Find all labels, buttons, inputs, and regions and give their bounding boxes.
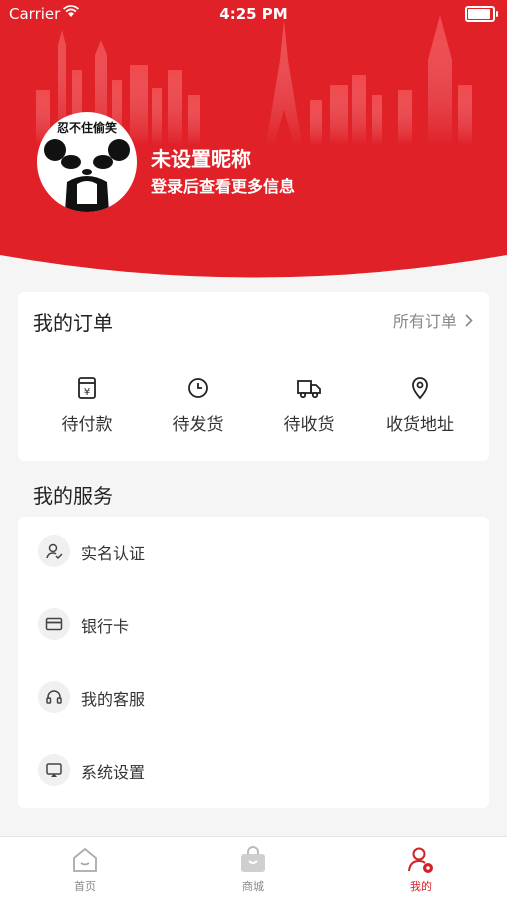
service-item-settings[interactable]: 系统设置 — [18, 736, 489, 806]
service-item-label: 我的客服 — [81, 690, 146, 709]
service-item-label: 实名认证 — [81, 544, 146, 563]
service-item-label: 银行卡 — [81, 617, 130, 636]
clock-icon — [188, 378, 208, 398]
order-item-label: 待发货 — [172, 415, 224, 435]
location-icon — [412, 377, 428, 400]
all-orders-link[interactable]: 所有订单 — [393, 308, 473, 332]
status-time: 4:25 PM — [219, 5, 288, 23]
services-title: 我的服务 — [33, 484, 113, 508]
nickname[interactable]: 未设置昵称 — [151, 143, 251, 172]
tab-label: 我的 — [410, 880, 432, 893]
chevron-right-icon — [465, 314, 473, 327]
services-card: 实名认证 银行卡 我的客服 系统设置 — [18, 517, 489, 808]
tab-profile[interactable]: 我的 — [371, 845, 471, 894]
battery-icon — [465, 6, 498, 22]
home-icon — [73, 847, 97, 872]
order-address[interactable]: 收货地址 — [365, 376, 475, 435]
tab-home[interactable]: 首页 — [35, 845, 135, 894]
tab-bar: 首页 商城 我的 — [0, 836, 507, 901]
profile-icon — [408, 847, 433, 873]
truck-icon — [297, 380, 321, 399]
order-item-label: 待付款 — [61, 415, 113, 435]
order-item-label: 收货地址 — [386, 415, 454, 435]
avatar-caption: 忍不住偷笑 — [56, 121, 117, 135]
avatar[interactable]: 忍不住偷笑 — [37, 112, 137, 212]
order-pending-receipt[interactable]: 待收货 — [254, 376, 364, 435]
svg-text:¥: ¥ — [84, 387, 90, 398]
headset-icon — [38, 681, 70, 713]
order-pending-payment[interactable]: ¥ 待付款 — [32, 376, 142, 435]
settings-icon — [38, 754, 70, 786]
battery-level — [468, 9, 490, 19]
orders-title: 我的订单 — [33, 311, 113, 335]
tab-shop[interactable]: 商城 — [203, 845, 303, 894]
tab-label: 首页 — [74, 880, 96, 893]
order-item-label: 待收货 — [283, 415, 335, 435]
user-verify-icon — [38, 535, 70, 567]
shop-bag-icon — [241, 846, 265, 872]
service-item-real-name[interactable]: 实名认证 — [18, 517, 489, 587]
tab-label: 商城 — [242, 880, 264, 893]
profile-header: Carrier 4:25 PM 忍不住偷笑 未设置昵称 登录后查看更多信息 — [0, 0, 507, 290]
service-item-label: 系统设置 — [81, 763, 146, 782]
all-orders-label: 所有订单 — [392, 312, 457, 331]
login-hint[interactable]: 登录后查看更多信息 — [151, 173, 295, 197]
card-icon — [38, 608, 70, 640]
service-item-customer-service[interactable]: 我的客服 — [18, 663, 489, 733]
order-pending-shipment[interactable]: 待发货 — [143, 376, 253, 435]
payment-icon: ¥ — [78, 377, 96, 399]
service-item-bank-card[interactable]: 银行卡 — [18, 590, 489, 660]
status-bar: Carrier 4:25 PM — [0, 0, 507, 28]
orders-card: 我的订单 所有订单 ¥ 待付款 待发货 待收货 收货地址 — [18, 292, 489, 461]
